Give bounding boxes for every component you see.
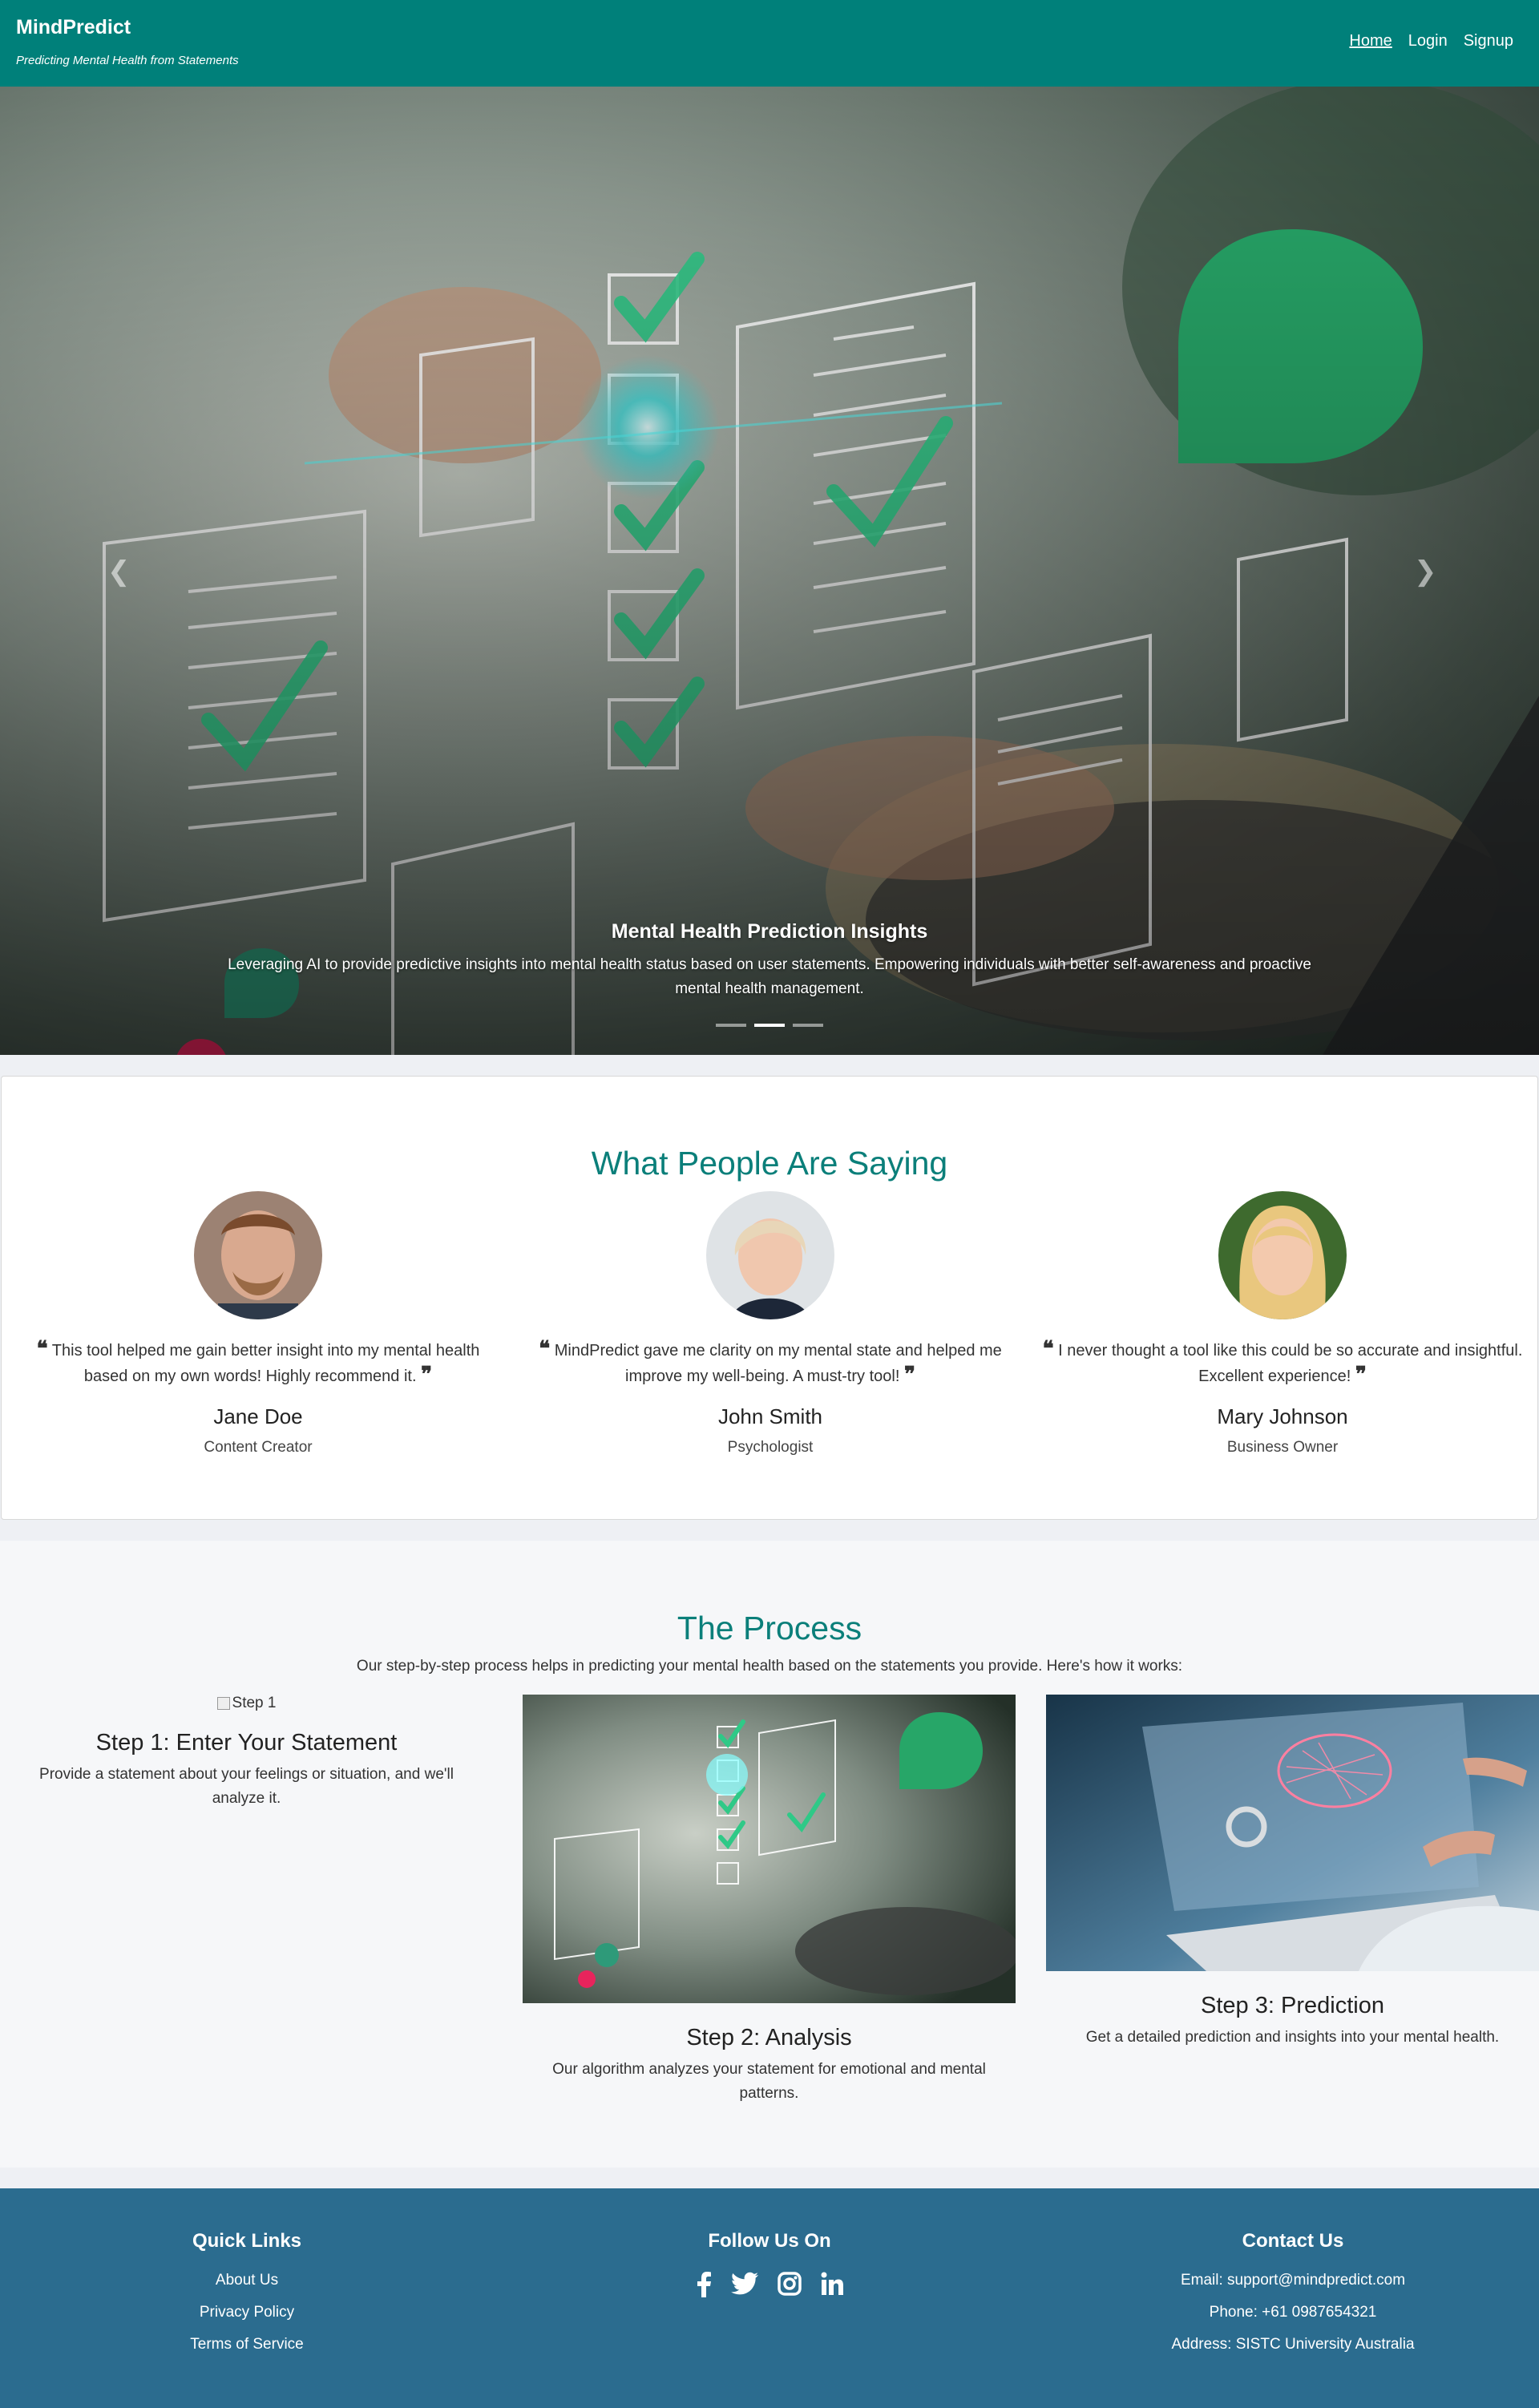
quote-close-icon: ❞: [903, 1363, 915, 1387]
carousel-indicator-2[interactable]: [754, 1024, 785, 1027]
nav-links: Home Login Signup: [1349, 32, 1513, 51]
brand-tagline: Predicting Mental Health from Statements: [16, 54, 239, 67]
step-2-text: Our algorithm analyzes your statement fo…: [552, 2061, 986, 2102]
linkedin-icon[interactable]: [821, 2272, 843, 2301]
testimonials-section: What People Are Saying ❝ This tool helpe…: [1, 1076, 1538, 1520]
footer-contact: Contact Us Email: support@mindpredict.co…: [1133, 2230, 1453, 2368]
step-3-image: [1046, 1695, 1539, 1971]
testimonial-role: Content Creator: [204, 1439, 313, 1456]
step-1-image: Step 1: [216, 1695, 276, 1712]
carousel-caption-text: Leveraging AI to provide predictive insi…: [228, 956, 1311, 997]
testimonial-name: Mary Johnson: [1217, 1404, 1348, 1428]
navbar: MindPredict Predicting Mental Health fro…: [0, 0, 1539, 87]
twitter-icon[interactable]: [731, 2272, 758, 2301]
contact-us-title: Contact Us: [1242, 2230, 1344, 2252]
nav-login-link[interactable]: Login: [1408, 32, 1448, 51]
testimonial-name: John Smith: [717, 1404, 823, 1428]
carousel-indicator-1[interactable]: [716, 1024, 746, 1027]
carousel-prev-button[interactable]: ❮: [107, 556, 131, 588]
step-1-text: Provide a statement about your feelings …: [39, 1766, 454, 1807]
facebook-icon[interactable]: [696, 2272, 712, 2301]
quote-open-icon: ❝: [539, 1337, 551, 1361]
testimonial-quote: ❝ I never thought a tool like this could…: [1042, 1337, 1523, 1387]
quote-open-icon: ❝: [36, 1337, 48, 1361]
contact-address: Address: SISTC University Australia: [1171, 2336, 1415, 2353]
carousel-indicator-3[interactable]: [793, 1024, 823, 1027]
process-subtitle: Our step-by-step process helps in predic…: [356, 1658, 1183, 1675]
quote-open-icon: ❝: [1042, 1337, 1054, 1361]
quick-links-title: Quick Links: [192, 2230, 302, 2252]
step-1: Step 1 Step 1: Enter Your Statement Prov…: [16, 1695, 477, 1811]
footer-quick-links: Quick Links About Us Privacy Policy Term…: [87, 2230, 407, 2368]
step-2: Step 2: Analysis Our algorithm analyzes …: [523, 1695, 1020, 2106]
step-2-title: Step 2: Analysis: [686, 2025, 852, 2050]
chevron-left-icon: ❮: [107, 556, 131, 587]
testimonial-name: Jane Doe: [213, 1404, 303, 1428]
process-section: The Process Our step-by-step process hel…: [0, 1541, 1539, 2168]
about-us-link[interactable]: About Us: [87, 2272, 407, 2289]
step-3-text: Get a detailed prediction and insights i…: [1085, 2029, 1500, 2046]
process-title: The Process: [677, 1610, 862, 1646]
testimonial-role: Business Owner: [1226, 1439, 1339, 1456]
quote-close-icon: ❞: [1355, 1363, 1367, 1387]
nav-signup-link[interactable]: Signup: [1464, 32, 1513, 51]
step-1-title: Step 1: Enter Your Statement: [95, 1730, 398, 1755]
chevron-right-icon: ❯: [1414, 556, 1437, 587]
hero-carousel: ❮ ❯ Mental Health Prediction Insights Le…: [0, 87, 1539, 1055]
terms-of-service-link[interactable]: Terms of Service: [87, 2336, 407, 2353]
social-links: [609, 2272, 930, 2301]
carousel-next-button[interactable]: ❯: [1414, 556, 1437, 588]
nav-home-link[interactable]: Home: [1349, 32, 1392, 51]
avatar: [1218, 1191, 1347, 1319]
hero-image: [0, 87, 1539, 1055]
broken-image-icon: [216, 1697, 230, 1710]
contact-phone: Phone: +61 0987654321: [1209, 2304, 1377, 2321]
instagram-icon[interactable]: [778, 2272, 802, 2301]
step-3-title: Step 3: Prediction: [1201, 1993, 1384, 2018]
quote-close-icon: ❞: [421, 1363, 433, 1387]
carousel-caption-title: Mental Health Prediction Insights: [611, 920, 928, 943]
footer-social: Follow Us On: [609, 2230, 930, 2301]
testimonial-card: ❝ MindPredict gave me clarity on my ment…: [530, 1191, 1011, 1457]
testimonial-role: Psychologist: [727, 1439, 814, 1456]
contact-email: Email: support@mindpredict.com: [1180, 2272, 1406, 2289]
footer: Quick Links About Us Privacy Policy Term…: [0, 2188, 1539, 2408]
avatar: [194, 1191, 322, 1319]
testimonial-card: ❝ This tool helped me gain better insigh…: [18, 1191, 499, 1457]
carousel-caption: Mental Health Prediction Insights Levera…: [224, 920, 1315, 1001]
carousel-indicators: [716, 1024, 823, 1027]
follow-us-title: Follow Us On: [708, 2230, 831, 2252]
testimonial-quote: ❝ MindPredict gave me clarity on my ment…: [539, 1337, 1002, 1387]
testimonial-card: ❝ I never thought a tool like this could…: [1042, 1191, 1523, 1457]
avatar: [706, 1191, 834, 1319]
step-3: Step 3: Prediction Get a detailed predic…: [1046, 1695, 1539, 2050]
step-2-image: [523, 1695, 1020, 2003]
testimonial-quote: ❝ This tool helped me gain better insigh…: [36, 1337, 480, 1387]
brand-logo[interactable]: MindPredict: [16, 16, 131, 39]
testimonials-title: What People Are Saying: [591, 1145, 948, 1182]
privacy-policy-link[interactable]: Privacy Policy: [87, 2304, 407, 2321]
